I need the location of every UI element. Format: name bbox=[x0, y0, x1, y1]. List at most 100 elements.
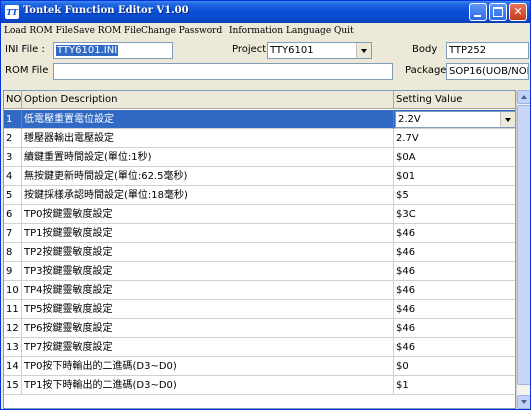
scroll-down-icon[interactable] bbox=[517, 395, 530, 409]
project-value: TTY6101 bbox=[270, 45, 314, 56]
menu-language[interactable]: Language bbox=[286, 26, 331, 36]
setting-value[interactable]: $46 bbox=[394, 281, 515, 300]
close-icon: ✕ bbox=[513, 5, 523, 18]
table-row[interactable]: 2 穩壓器輸出電壓設定 2.7V bbox=[4, 129, 515, 148]
chevron-down-icon[interactable] bbox=[500, 112, 515, 127]
rom-file-label: ROM File bbox=[5, 65, 49, 76]
body-value: TTP252 bbox=[449, 45, 487, 56]
menu-save-rom-file[interactable]: Save ROM File bbox=[73, 26, 141, 36]
menu-information[interactable]: Information bbox=[229, 26, 283, 36]
header-option-description[interactable]: Option Description bbox=[22, 91, 394, 109]
row-number: 2 bbox=[4, 129, 22, 148]
body-field[interactable]: TTP252 bbox=[446, 42, 529, 59]
ini-file-label: INI File : bbox=[5, 44, 45, 55]
setting-value[interactable]: $46 bbox=[394, 262, 515, 281]
options-grid: NO Option Description Setting Value 1 低電壓… bbox=[3, 90, 516, 409]
table-row[interactable]: 7 TP1按鍵靈敏度設定 $46 bbox=[4, 224, 515, 243]
option-description: 無按鍵更新時間設定(單位:62.5毫秒) bbox=[22, 167, 394, 186]
option-description: TP0按鍵靈敏度設定 bbox=[22, 205, 394, 224]
option-description: TP2按鍵靈敏度設定 bbox=[22, 243, 394, 262]
option-description: TP6按鍵靈敏度設定 bbox=[22, 319, 394, 338]
setting-value[interactable]: $0 bbox=[394, 357, 515, 376]
row-number: 7 bbox=[4, 224, 22, 243]
header-setting-value[interactable]: Setting Value bbox=[394, 91, 515, 109]
setting-value[interactable]: $46 bbox=[394, 338, 515, 357]
table-row[interactable]: 5 按鍵採樣承認時間設定(單位:18毫秒) $5 bbox=[4, 186, 515, 205]
option-description: TP1按下時輸出的二進碼(D3~D0) bbox=[22, 376, 394, 395]
menu-quit[interactable]: Quit bbox=[334, 26, 354, 36]
body-label: Body bbox=[412, 44, 438, 55]
setting-value[interactable]: $46 bbox=[394, 224, 515, 243]
row-number: 13 bbox=[4, 338, 22, 357]
row-number: 15 bbox=[4, 376, 22, 395]
rom-file-field[interactable] bbox=[53, 63, 393, 80]
row-number: 4 bbox=[4, 167, 22, 186]
setting-value[interactable]: $1 bbox=[394, 376, 515, 395]
minimize-icon bbox=[474, 15, 481, 17]
setting-value: 2.2V bbox=[398, 114, 421, 125]
row-number: 14 bbox=[4, 357, 22, 376]
table-row[interactable]: 10 TP4按鍵靈敏度設定 $46 bbox=[4, 281, 515, 300]
ini-file-value: TTY6101.INI bbox=[56, 45, 119, 56]
minimize-button[interactable] bbox=[469, 3, 487, 21]
grid-header: NO Option Description Setting Value bbox=[4, 91, 515, 109]
option-description: 續鍵重置時間設定(單位:1秒) bbox=[22, 148, 394, 167]
option-description: TP7按鍵靈敏度設定 bbox=[22, 338, 394, 357]
scroll-thumb[interactable] bbox=[517, 105, 530, 385]
setting-value[interactable]: $5 bbox=[394, 186, 515, 205]
menu-load-rom-file[interactable]: Load ROM File bbox=[4, 26, 73, 36]
header-no[interactable]: NO bbox=[4, 91, 22, 109]
setting-value[interactable]: 2.7V bbox=[394, 129, 515, 148]
setting-value[interactable]: $46 bbox=[394, 319, 515, 338]
table-row[interactable]: 3 續鍵重置時間設定(單位:1秒) $0A bbox=[4, 148, 515, 167]
table-row[interactable]: 6 TP0按鍵靈敏度設定 $3C bbox=[4, 205, 515, 224]
project-label: Project bbox=[232, 44, 267, 55]
row-number: 1 bbox=[4, 110, 22, 129]
package-value: SOP16(UOB/NOBB) bbox=[449, 66, 528, 77]
row-number: 9 bbox=[4, 262, 22, 281]
option-description: TP0按下時輸出的二進碼(D3~D0) bbox=[22, 357, 394, 376]
row-number: 8 bbox=[4, 243, 22, 262]
option-description: TP4按鍵靈敏度設定 bbox=[22, 281, 394, 300]
row-number: 11 bbox=[4, 300, 22, 319]
table-row[interactable]: 13 TP7按鍵靈敏度設定 $46 bbox=[4, 338, 515, 357]
scroll-up-icon[interactable] bbox=[517, 90, 530, 104]
menu-change-password[interactable]: Change Password bbox=[141, 26, 222, 36]
option-description: 按鍵採樣承認時間設定(單位:18毫秒) bbox=[22, 186, 394, 205]
option-description: TP1按鍵靈敏度設定 bbox=[22, 224, 394, 243]
setting-value[interactable]: $46 bbox=[394, 243, 515, 262]
maximize-icon bbox=[493, 7, 503, 17]
table-row[interactable]: 9 TP3按鍵靈敏度設定 $46 bbox=[4, 262, 515, 281]
table-row[interactable]: 1 低電壓重置電位設定 2.2V bbox=[4, 110, 515, 129]
package-label: Package bbox=[405, 65, 447, 76]
ini-file-field[interactable]: TTY6101.INI bbox=[53, 42, 173, 59]
row-number: 3 bbox=[4, 148, 22, 167]
table-row[interactable]: 15 TP1按下時輸出的二進碼(D3~D0) $1 bbox=[4, 376, 515, 395]
vertical-scrollbar[interactable] bbox=[516, 90, 530, 409]
option-description: 低電壓重置電位設定 bbox=[22, 110, 394, 129]
table-row[interactable]: 14 TP0按下時輸出的二進碼(D3~D0) $0 bbox=[4, 357, 515, 376]
row-number: 6 bbox=[4, 205, 22, 224]
chevron-down-icon[interactable] bbox=[356, 43, 371, 58]
option-description: TP3按鍵靈敏度設定 bbox=[22, 262, 394, 281]
window-title: Tontek Function Editor V1.00 bbox=[23, 5, 189, 16]
setting-value[interactable]: $3C bbox=[394, 205, 515, 224]
table-row[interactable]: 4 無按鍵更新時間設定(單位:62.5毫秒) $01 bbox=[4, 167, 515, 186]
title-bar[interactable]: TT Tontek Function Editor V1.00 ✕ bbox=[1, 1, 530, 23]
setting-value[interactable]: $0A bbox=[394, 148, 515, 167]
setting-value[interactable]: $46 bbox=[394, 300, 515, 319]
row-number: 10 bbox=[4, 281, 22, 300]
setting-value-select[interactable]: 2.2V bbox=[395, 111, 515, 128]
setting-value[interactable]: $01 bbox=[394, 167, 515, 186]
close-button[interactable]: ✕ bbox=[509, 3, 527, 21]
table-row[interactable]: 11 TP5按鍵靈敏度設定 $46 bbox=[4, 300, 515, 319]
table-row[interactable]: 8 TP2按鍵靈敏度設定 $46 bbox=[4, 243, 515, 262]
option-description: 穩壓器輸出電壓設定 bbox=[22, 129, 394, 148]
maximize-button[interactable] bbox=[489, 3, 507, 21]
option-description: TP5按鍵靈敏度設定 bbox=[22, 300, 394, 319]
project-select[interactable]: TTY6101 bbox=[267, 42, 372, 59]
table-row[interactable]: 12 TP6按鍵靈敏度設定 $46 bbox=[4, 319, 515, 338]
row-number: 12 bbox=[4, 319, 22, 338]
package-field[interactable]: SOP16(UOB/NOBB) bbox=[446, 63, 529, 80]
app-window: TT Tontek Function Editor V1.00 ✕ Load R… bbox=[0, 0, 531, 410]
